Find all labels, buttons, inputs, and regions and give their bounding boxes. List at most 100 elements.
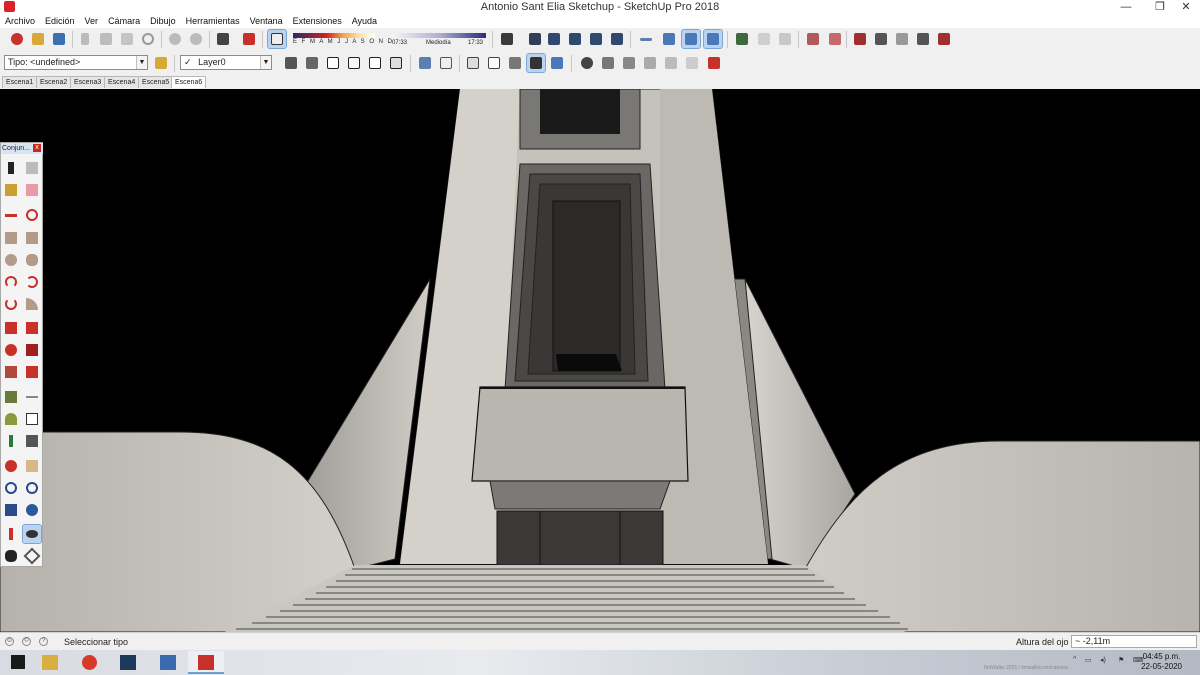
shadows-toggle-icon[interactable] (267, 29, 287, 49)
system-clock[interactable]: 04:45 p.m. 22-05-2020 (1141, 652, 1182, 672)
flag-tray-icon[interactable]: ⚑ (1118, 656, 1124, 664)
polygon-tool-icon[interactable] (23, 251, 41, 269)
three-point-arc-icon[interactable] (2, 295, 20, 313)
hidden-line-icon[interactable] (681, 29, 701, 49)
style-xray-icon[interactable] (282, 54, 300, 72)
shadow-time-slider[interactable]: 07:33 Mediodía 17:33 (392, 32, 486, 48)
measurements-box[interactable]: ~ -2,11m (1071, 635, 1197, 648)
close-button[interactable]: ✕ (1172, 0, 1200, 14)
model-info-icon[interactable] (240, 30, 258, 48)
menu-dibujo[interactable]: Dibujo (145, 14, 181, 28)
minimize-button[interactable]: — (1112, 0, 1140, 14)
two-point-arc-icon[interactable] (23, 273, 41, 291)
arc-tool-icon[interactable] (2, 273, 20, 291)
rotated-rectangle-icon[interactable] (23, 229, 41, 247)
face-style-wireframe-icon[interactable] (464, 54, 482, 72)
xray-icon[interactable] (660, 30, 678, 48)
flip-edge-icon[interactable] (935, 30, 953, 48)
model-viewport[interactable] (0, 89, 1200, 632)
camera-top-icon[interactable] (437, 54, 455, 72)
tape-measure-icon[interactable] (2, 388, 20, 406)
camera-position-icon[interactable] (578, 54, 596, 72)
look-around-eye-icon[interactable] (22, 524, 42, 544)
tools-panel-close-button[interactable]: x (33, 144, 41, 152)
top-view-icon[interactable] (526, 30, 544, 48)
file-explorer-icon[interactable] (32, 651, 68, 674)
chevron-down-icon[interactable]: ▼ (136, 56, 147, 69)
open-folder-icon[interactable] (29, 30, 47, 48)
copy-icon[interactable] (97, 30, 115, 48)
extension-warehouse-icon[interactable] (776, 30, 794, 48)
windows-start-icon[interactable] (0, 651, 36, 674)
section-plane-icon[interactable] (637, 30, 655, 48)
sandbox-from-scratch-icon[interactable] (826, 30, 844, 48)
offset-tool-icon[interactable] (23, 363, 41, 381)
volume-tray-icon[interactable]: ◂) (1100, 656, 1106, 664)
paste-icon[interactable] (118, 30, 136, 48)
paint-bucket-icon[interactable] (2, 181, 20, 199)
tab-escena5[interactable]: Escena5 (138, 76, 174, 88)
face-style-textured-icon[interactable] (526, 53, 546, 73)
pie-tool-icon[interactable] (23, 295, 41, 313)
menu-herramientas[interactable]: Herramientas (181, 14, 245, 28)
undo-icon[interactable] (166, 30, 184, 48)
zoom-window-icon[interactable] (23, 479, 41, 497)
left-view-icon[interactable] (608, 30, 626, 48)
help-icon[interactable]: ? (39, 637, 48, 646)
drape-icon[interactable] (893, 30, 911, 48)
maximize-button[interactable]: ❐ (1146, 0, 1174, 14)
menu-ver[interactable]: Ver (80, 14, 104, 28)
tray-chevron-icon[interactable]: ^ (1073, 656, 1076, 663)
front-view-icon[interactable] (545, 30, 563, 48)
fog-icon[interactable] (641, 54, 659, 72)
circle-tool-icon[interactable] (2, 251, 20, 269)
3d-text-icon[interactable] (23, 432, 41, 450)
look-around-eyes-icon[interactable] (620, 54, 638, 72)
dimension-tool-icon[interactable] (23, 388, 41, 406)
menu-ventana[interactable]: Ventana (245, 14, 288, 28)
credits-icon[interactable]: © (22, 637, 31, 646)
warehouse-icon[interactable] (733, 30, 751, 48)
house-hidden-line-icon[interactable] (345, 54, 363, 72)
tab-escena4[interactable]: Escena4 (104, 76, 140, 88)
match-photo-icon[interactable] (662, 54, 680, 72)
type-dropdown[interactable]: Tipo: <undefined> ▼ (4, 55, 148, 70)
menu-ayuda[interactable]: Ayuda (347, 14, 382, 28)
chrome-icon[interactable] (72, 651, 108, 674)
rotate-tool-icon[interactable] (2, 341, 20, 359)
iso-view-icon[interactable] (498, 30, 516, 48)
walk-footprints-tool-icon[interactable] (2, 547, 20, 565)
add-detail-icon[interactable] (914, 30, 932, 48)
tab-escena6[interactable]: Escena6 (171, 76, 207, 88)
sandbox-from-contours-icon[interactable] (804, 30, 822, 48)
previous-view-icon[interactable] (23, 501, 41, 519)
make-component-icon[interactable] (23, 159, 41, 177)
tab-escena2[interactable]: Escena2 (36, 76, 72, 88)
stamp-icon[interactable] (872, 30, 890, 48)
save-icon[interactable] (50, 30, 68, 48)
house-wireframe-icon[interactable] (324, 54, 342, 72)
rectangle-tool-icon[interactable] (2, 229, 20, 247)
delete-icon[interactable] (139, 30, 157, 48)
zoom-extents-icon[interactable] (2, 501, 20, 519)
style-back-edges-icon[interactable] (303, 54, 321, 72)
face-style-monochrome-icon[interactable] (548, 54, 566, 72)
tab-escena1[interactable]: Escena1 (2, 76, 38, 88)
back-view-icon[interactable] (587, 30, 605, 48)
protractor-icon[interactable] (2, 410, 20, 428)
orbit-tool-icon[interactable] (2, 457, 20, 475)
smoove-icon[interactable] (851, 30, 869, 48)
right-view-icon[interactable] (566, 30, 584, 48)
shaded-textures-icon[interactable] (703, 29, 723, 49)
camera-iso-icon[interactable] (416, 54, 434, 72)
classifier-icon[interactable] (152, 54, 170, 72)
move-tool-icon[interactable] (2, 319, 20, 337)
follow-me-icon[interactable] (23, 341, 41, 359)
network-tray-icon[interactable]: ▭ (1085, 656, 1092, 664)
sketchup-taskbar-icon[interactable] (188, 651, 224, 674)
eraser-icon[interactable] (23, 181, 41, 199)
tab-escena3[interactable]: Escena3 (70, 76, 106, 88)
edge-style-icon[interactable] (683, 54, 701, 72)
position-camera-icon[interactable] (2, 525, 20, 543)
menu-archivo[interactable]: Archivo (0, 14, 40, 28)
